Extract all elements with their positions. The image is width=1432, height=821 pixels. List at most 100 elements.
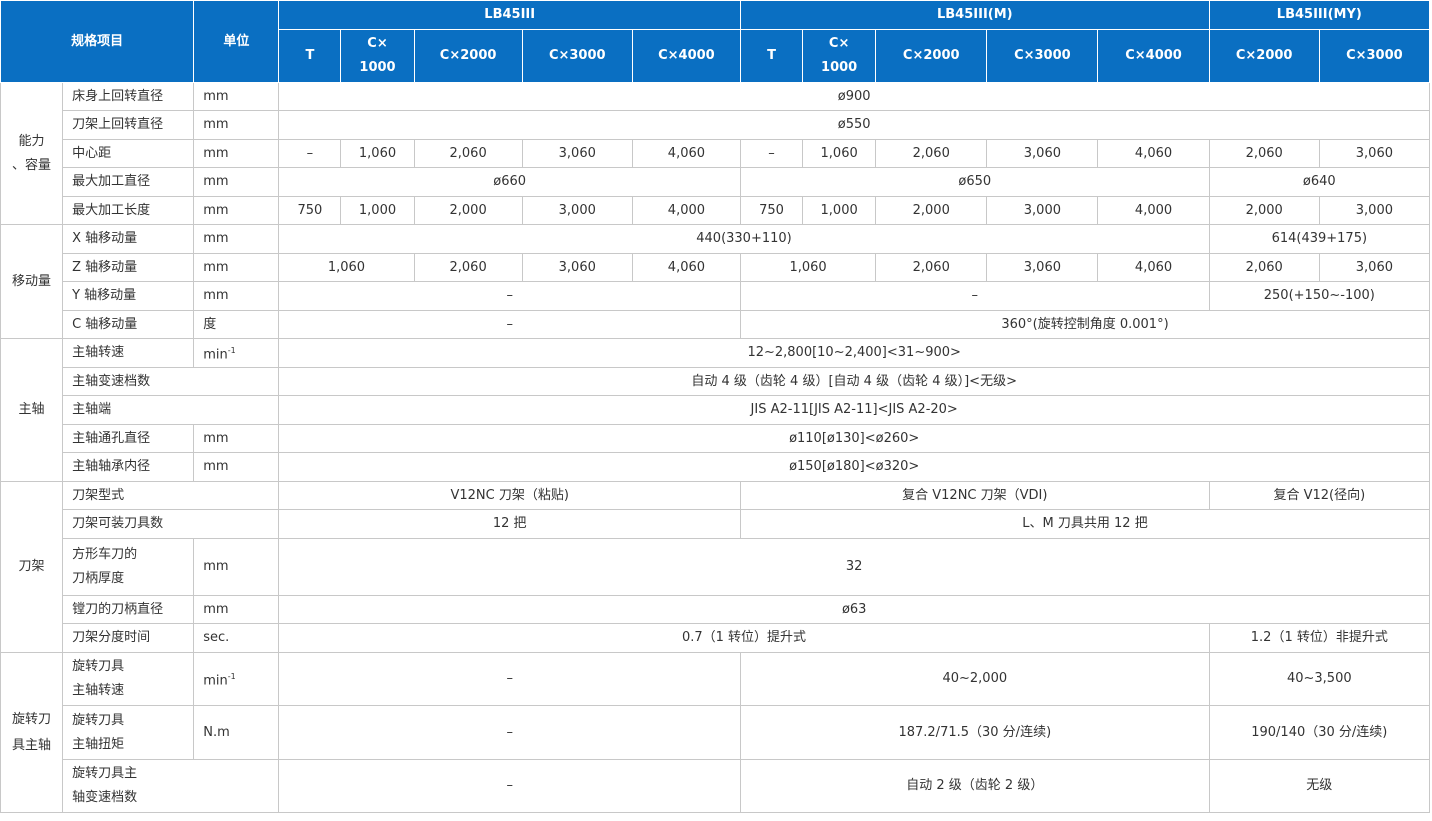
cell-value: ø660 [278,167,741,197]
row-value: JIS A2-11[JIS A2-11]<JIS A2-20> [278,395,1430,426]
row-label: 主轴变速档数 [62,367,280,397]
row-unit: mm [193,224,280,254]
row-unit: min-1 [193,337,280,369]
header-sub-c3000: C×3000 [986,29,1099,83]
cell-value: 4,000 [631,196,742,225]
cell-value: 1.2（1 转位）非提升式 [1208,623,1431,654]
header-sub-c1000: C× 1000 [340,29,415,83]
unit-superscript: -1 [227,346,236,355]
row-unit: min-1 [193,652,280,707]
header-model-lb45iii: LB45III [278,0,741,30]
row-unit: mm [193,538,280,597]
row-value: 12~2,800[10~2,400]<31~900> [278,337,1430,369]
header-model-lb45iii-m: LB45III(M) [740,0,1210,30]
row-label: 刀架分度时间 [62,623,195,654]
header-model-lb45iii-my: LB45III(MY) [1208,0,1431,30]
row-unit: mm [193,253,280,282]
cell-value: 4,000 [1097,196,1210,225]
table-header: 规格项目 单位 LB45III LB45III(M) LB45III(MY) T… [0,0,1431,83]
cell-value: 250(+150~-100) [1208,281,1431,311]
group-turret: 刀架 [0,481,64,654]
row-label: 主轴轴承内径 [62,452,195,483]
cell-value: L、M 刀具共用 12 把 [740,509,1430,540]
row-unit: mm [193,281,280,311]
cell-value: – [278,705,741,761]
cell-value: 2,060 [413,139,523,168]
header-unit: 单位 [193,0,280,83]
header-sub-c4000: C×4000 [1097,29,1210,83]
row-label: 最大加工直径 [62,167,195,197]
row-label: 刀架上回转直径 [62,110,195,140]
row-unit: mm [193,196,280,225]
cell-value: 3,060 [986,253,1099,282]
header-sub-c3000: C×3000 [521,29,633,83]
cell-value: 3,060 [986,139,1099,168]
header-sub-c4000: C×4000 [631,29,742,83]
row-value: ø550 [278,110,1430,140]
row-label: 床身上回转直径 [62,82,195,111]
row-value: 自动 4 级（齿轮 4 级）[自动 4 级（齿轮 4 级）]<无级> [278,367,1430,397]
cell-value: 2,060 [1208,253,1320,282]
cell-value: 2,060 [875,139,988,168]
cell-value: ø640 [1208,167,1431,197]
row-label: 主轴转速 [62,337,195,369]
header-spec-item: 规格项目 [0,0,195,83]
cell-value: 614(439+175) [1208,224,1431,254]
unit-text: min [203,673,228,689]
cell-value: – [740,281,1210,311]
cell-value: 440(330+110) [278,224,1210,254]
group-spindle: 主轴 [0,337,64,483]
row-label: C 轴移动量 [62,310,195,339]
row-unit: 度 [193,310,280,339]
cell-value: 2,060 [875,253,988,282]
row-label: Z 轴移动量 [62,253,195,282]
cell-value: 复合 V12NC 刀架（VDI) [740,481,1210,511]
cell-value: – [278,139,342,168]
row-label: 主轴端 [62,395,280,426]
cell-value: 3,060 [1318,139,1431,168]
cell-value: 40~3,500 [1208,652,1431,707]
cell-value: – [278,281,741,311]
row-unit: mm [193,595,280,625]
cell-value: 2,060 [1208,139,1320,168]
cell-value: 3,060 [521,139,633,168]
unit-superscript: -1 [227,672,236,682]
header-sub-c2000: C×2000 [413,29,523,83]
cell-value: – [278,759,741,814]
row-label: 中心距 [62,139,195,168]
row-value: ø150[ø180]<ø320> [278,452,1430,483]
row-label: 旋转刀具 主轴转速 [62,652,195,707]
row-unit: mm [193,110,280,140]
cell-value: 4,060 [1097,253,1210,282]
row-label: X 轴移动量 [62,224,195,254]
row-value: ø900 [278,82,1430,111]
spec-table: 规格项目 单位 LB45III LB45III(M) LB45III(MY) T… [0,0,1431,814]
header-sub-c2000: C×2000 [1208,29,1320,83]
row-label: 主轴通孔直径 [62,424,195,454]
cell-value: 自动 2 级（齿轮 2 级） [740,759,1210,814]
cell-value: 1,060 [278,253,415,282]
row-value: 32 [278,538,1430,597]
cell-value: ø650 [740,167,1210,197]
row-value: ø63 [278,595,1430,625]
cell-value: 0.7（1 转位）提升式 [278,623,1210,654]
row-label: 刀架可装刀具数 [62,509,280,540]
row-unit: mm [193,82,280,111]
cell-value: – [739,139,804,168]
cell-value: 750 [739,196,804,225]
cell-value: 3,060 [521,253,633,282]
group-travel: 移动量 [0,224,64,339]
row-label: Y 轴移动量 [62,281,195,311]
row-label: 旋转刀具主 轴变速档数 [62,759,280,814]
row-value: ø110[ø130]<ø260> [278,424,1430,454]
cell-value: 1,000 [802,196,877,225]
header-sub-c2000: C×2000 [875,29,988,83]
cell-value: 无级 [1208,759,1431,814]
cell-value: 190/140（30 分/连续) [1208,705,1431,761]
row-label: 镗刀的刀柄直径 [62,595,195,625]
cell-value: 2,000 [413,196,523,225]
cell-value: 3,000 [1318,196,1431,225]
row-unit: mm [193,424,280,454]
row-label: 方形车刀的 刀柄厚度 [62,538,195,597]
cell-value: V12NC 刀架（粘贴) [278,481,741,511]
